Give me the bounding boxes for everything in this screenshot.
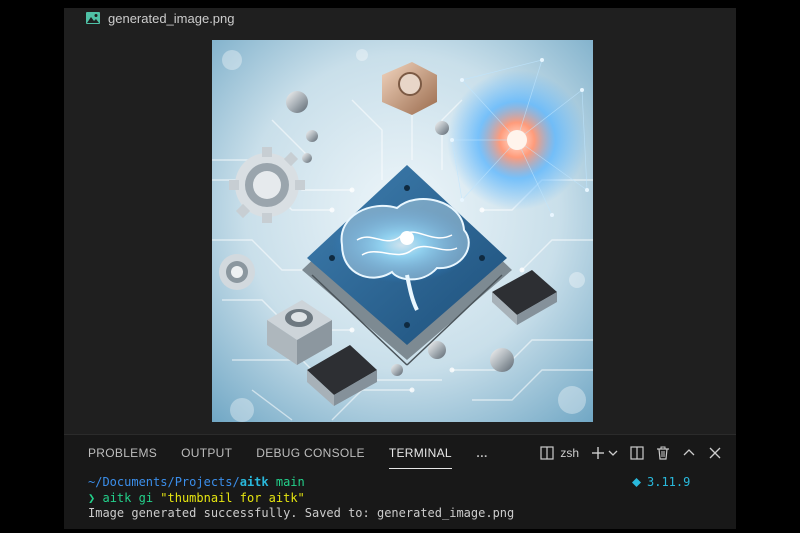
panel-tab-list: PROBLEMS OUTPUT DEBUG CONSOLE TERMINAL … — [88, 445, 489, 469]
close-panel-button[interactable] — [708, 446, 722, 460]
tab-output[interactable]: OUTPUT — [181, 445, 232, 463]
bottom-panel: PROBLEMS OUTPUT DEBUG CONSOLE TERMINAL …… — [64, 434, 736, 529]
terminal-selector[interactable]: zsh — [540, 446, 579, 460]
image-file-icon — [86, 12, 100, 24]
cwd-repo: aitk — [239, 475, 269, 489]
python-icon — [632, 478, 641, 487]
prompt-line: ~/Documents/Projects/aitk main — [88, 475, 718, 491]
maximize-panel-button[interactable] — [682, 446, 696, 460]
python-version-label: 3.11.9 — [647, 475, 691, 489]
tab-problems[interactable]: PROBLEMS — [88, 445, 157, 463]
kill-terminal-button[interactable] — [656, 446, 670, 460]
tab-debug-console[interactable]: DEBUG CONSOLE — [256, 445, 365, 463]
add-terminal-icon — [592, 447, 604, 459]
generated-image — [212, 40, 593, 422]
git-branch: main — [275, 475, 305, 489]
terminal-icon — [540, 446, 554, 460]
image-preview — [212, 40, 593, 422]
shell-label: zsh — [560, 446, 579, 460]
trash-icon — [657, 446, 669, 460]
chevron-down-icon[interactable] — [608, 448, 618, 458]
python-version: 3.11.9 — [632, 475, 690, 491]
editor-tab-title[interactable]: generated_image.png — [108, 10, 235, 28]
panel-actions: zsh — [540, 443, 722, 463]
command-argument: "thumbnail for aitk" — [160, 490, 305, 505]
tab-terminal[interactable]: TERMINAL — [388, 445, 452, 469]
command-text: aitk gi — [102, 490, 154, 505]
maximize-panel-icon — [683, 449, 695, 456]
more-tabs-button[interactable]: … — [476, 445, 489, 463]
prompt-symbol: ❯ — [88, 490, 96, 505]
terminal-output[interactable]: ~/Documents/Projects/aitk main ❯ aitk gi … — [88, 475, 718, 522]
add-terminal-button[interactable] — [591, 446, 618, 460]
command-line: ❯ aitk gi "thumbnail for aitk" — [88, 491, 718, 507]
split-panel-icon — [630, 446, 644, 460]
cwd-path: ~/Documents/Projects/ — [88, 475, 240, 489]
output-line: Image generated successfully. Saved to: … — [88, 506, 515, 520]
close-panel-icon — [709, 447, 721, 459]
editor-tab-bar: generated_image.png — [64, 8, 736, 30]
editor-window: generated_image.png PROBLEMS OUTPUT DEBU… — [64, 8, 736, 529]
split-terminal-button[interactable] — [630, 446, 644, 460]
